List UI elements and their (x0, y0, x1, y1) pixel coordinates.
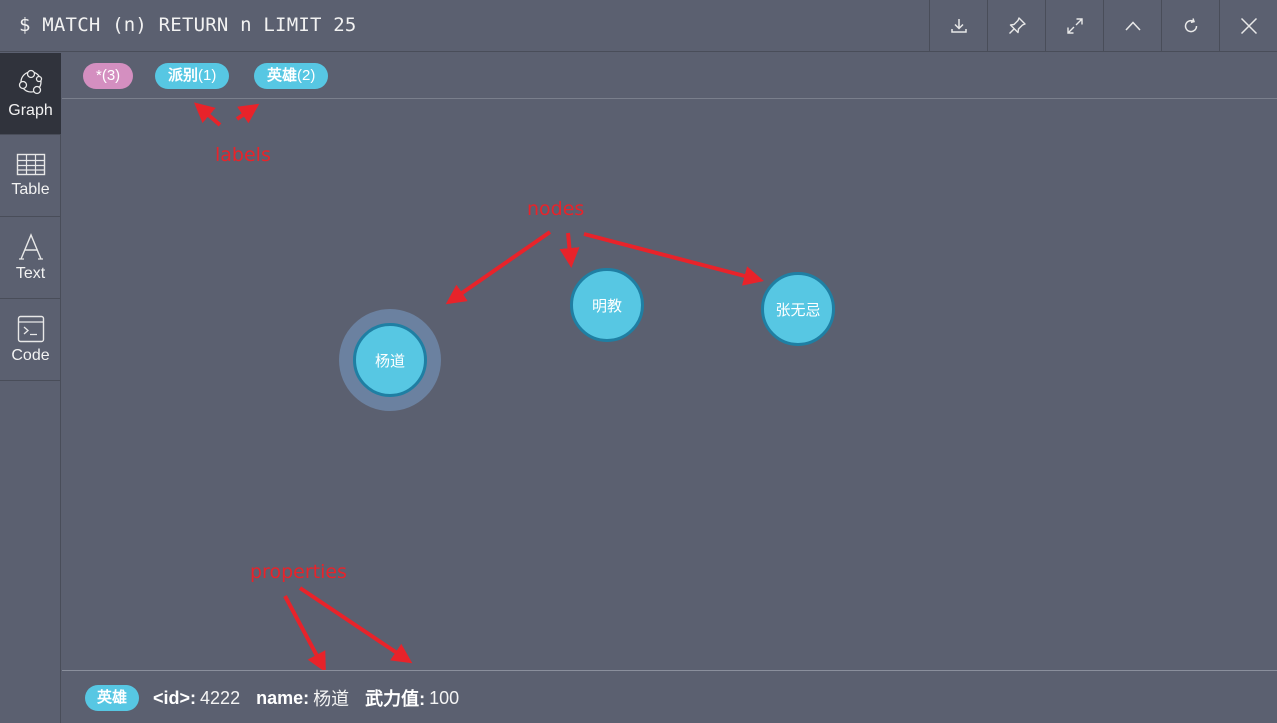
label-pill-count: (3) (101, 67, 121, 84)
arrow-props-left (283, 595, 326, 670)
download-button[interactable] (929, 0, 987, 52)
node-properties: 英雄 <id>: 4222 name: 杨道 武力值: 100 (85, 685, 475, 711)
annotation-labels: labels (215, 144, 271, 166)
property-key: <id>: (153, 687, 197, 708)
arrow-labels-faction (193, 102, 222, 127)
sidebar-item-graph[interactable]: Graph (0, 53, 61, 135)
collapse-button[interactable] (1103, 0, 1161, 52)
close-button[interactable] (1219, 0, 1277, 52)
pin-button[interactable] (987, 0, 1045, 52)
sidebar-item-text[interactable]: Text (0, 217, 61, 299)
view-sidebar: Graph Table Text Code (0, 53, 61, 723)
node-caption: 张无忌 (775, 301, 821, 319)
property-value: 100 (429, 687, 460, 708)
label-pill-name: 派别 (168, 67, 199, 84)
property-key: name: (256, 687, 310, 708)
label-pill-faction[interactable]: 派别(1) (155, 63, 230, 89)
arrow-props-right (298, 586, 413, 664)
label-pill-name: 英雄 (267, 67, 298, 84)
graph-node[interactable]: 明教 (570, 268, 644, 342)
sidebar-item-table[interactable]: Table (0, 135, 61, 217)
property-value: 4222 (200, 687, 241, 708)
node-caption: 杨道 (374, 352, 405, 370)
frame-toolbar (929, 0, 1277, 52)
rerun-icon (1184, 18, 1197, 33)
text-icon (18, 232, 43, 260)
property-label-badge[interactable]: 英雄 (85, 685, 140, 711)
graph-icon (18, 69, 42, 94)
pin-icon (1008, 17, 1026, 34)
arrow-nodes-mid (559, 232, 580, 268)
property-key: 武力值: (365, 689, 426, 709)
sidebar-item-label: Code (11, 346, 50, 364)
collapse-icon (1124, 21, 1141, 31)
arrow-labels-hero (235, 103, 260, 124)
annotation-properties: properties (250, 561, 347, 583)
close-icon (1240, 17, 1257, 35)
graph-node[interactable]: 张无忌 (761, 272, 835, 346)
sidebar-item-label: Text (15, 264, 46, 282)
node-caption: 明教 (591, 297, 622, 315)
fullscreen-button[interactable] (1045, 0, 1103, 52)
code-icon (17, 315, 44, 342)
label-pill-hero[interactable]: 英雄(2) (254, 63, 329, 89)
rerun-button[interactable] (1161, 0, 1219, 52)
query-text[interactable]: $ MATCH (n) RETURN n LIMIT 25 (19, 14, 357, 36)
sidebar-item-code[interactable]: Code (0, 299, 61, 381)
sidebar-item-label: Table (11, 180, 50, 198)
label-pill-count: (2) (297, 67, 316, 84)
label-pill-count: (1) (198, 67, 217, 84)
properties-bar: 英雄 <id>: 4222 name: 杨道 武力值: 100 (62, 670, 1277, 723)
labels-bar: *(3) 派别(1) 英雄(2) (62, 53, 1277, 99)
property-value: 杨道 (313, 689, 350, 709)
expand-icon (1066, 18, 1083, 34)
annotation-nodes: nodes (527, 198, 585, 220)
graph-node[interactable]: 杨道 (353, 323, 427, 397)
sidebar-item-label: Graph (8, 101, 53, 119)
annotation-arrows (193, 102, 764, 670)
download-icon (950, 19, 967, 33)
table-icon (16, 153, 45, 175)
label-pill-all[interactable]: *(3) (83, 63, 134, 89)
query-bar: $ MATCH (n) RETURN n LIMIT 25 (0, 0, 1277, 52)
graph-canvas[interactable]: 杨道 明教 张无忌 labels nodes properties (62, 99, 1277, 670)
arrow-nodes-left (445, 230, 552, 305)
